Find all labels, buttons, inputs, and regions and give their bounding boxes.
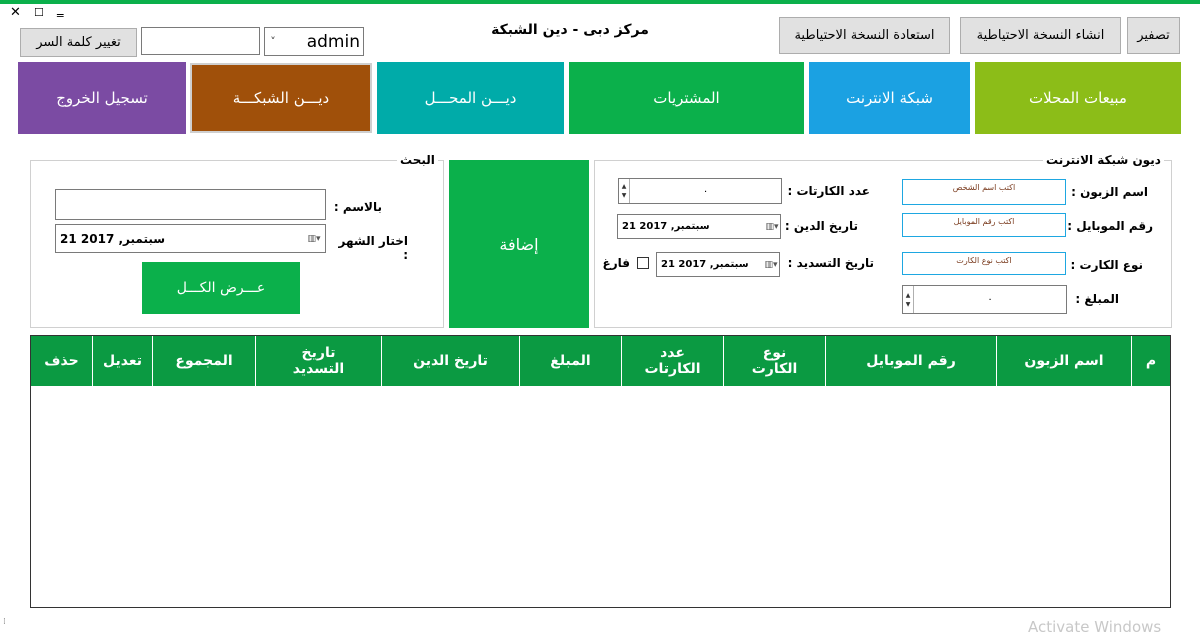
column-header-card-type[interactable]: نوع الكارت <box>723 336 825 386</box>
user-select-value: admin <box>306 31 360 52</box>
mobile-input[interactable]: اكتب رقم الموبايل <box>902 213 1066 237</box>
create-backup-button[interactable]: انشاء النسخة الاحتياطية <box>960 17 1121 54</box>
debts-table: م اسم الزبون رقم الموبايل نوع الكارت عدد… <box>30 335 1171 608</box>
minimize-icon[interactable]: ‗ <box>57 4 64 18</box>
show-all-button[interactable]: عـــرض الكـــل <box>142 262 300 314</box>
add-button[interactable]: إضافة <box>449 160 589 328</box>
debt-date-label: تاريخ الدين : <box>784 219 858 233</box>
top-accent-bar <box>0 0 1200 4</box>
password-input[interactable] <box>141 27 260 55</box>
calendar-icon[interactable]: ▥▾ <box>764 222 780 232</box>
close-icon[interactable]: ✕ <box>10 6 21 20</box>
maximize-icon[interactable]: ☐ <box>34 6 44 20</box>
clear-button[interactable]: تصفير <box>1127 17 1180 54</box>
search-name-label: بالاسم : <box>333 200 382 214</box>
column-header-edit[interactable]: تعديل <box>92 336 152 386</box>
nav-shop-debt[interactable]: ديـــن المحـــل <box>377 62 564 134</box>
card-type-input[interactable]: اكتب نوع الكارت <box>902 252 1066 275</box>
spin-down-icon[interactable]: ▼ <box>906 300 911 309</box>
customer-name-input[interactable]: اكتب اسم الشخص <box>902 179 1066 205</box>
card-type-label: نوع الكارت : <box>1070 258 1143 272</box>
column-header-delete[interactable]: حذف <box>31 336 92 386</box>
cards-count-value: ٠ <box>702 185 709 197</box>
column-header-index[interactable]: م <box>1131 336 1170 386</box>
payment-date-picker[interactable]: 21 سبتمبر, 2017 ▥▾ <box>656 252 780 277</box>
empty-checkbox[interactable] <box>637 257 649 269</box>
debt-date-value: 21 سبتمبر, 2017 <box>622 221 710 232</box>
column-header-payment-date[interactable]: تاريخ التسديد <box>255 336 381 386</box>
chevron-down-icon: ˅ <box>270 35 276 48</box>
nav-logout[interactable]: تسجيل الخروج <box>18 62 186 134</box>
column-header-mobile[interactable]: رقم الموبايل <box>825 336 996 386</box>
column-header-cards-count[interactable]: عدد الكارتات <box>621 336 723 386</box>
nav-purchases[interactable]: المشتريات <box>569 62 804 134</box>
payment-date-label: تاريخ التسديد : <box>787 256 874 270</box>
column-header-debt-date[interactable]: تاريخ الدين <box>381 336 519 386</box>
resize-grip-icon[interactable]: ⁞ <box>3 617 6 627</box>
search-legend: البحث <box>397 153 438 167</box>
column-header-customer-name[interactable]: اسم الزبون <box>996 336 1131 386</box>
calendar-icon[interactable]: ▥▾ <box>303 234 325 244</box>
month-label: اختار الشهر : <box>338 234 408 262</box>
activation-watermark: Activate Windows <box>1028 618 1162 636</box>
debts-form-legend: ديون شبكة الانترنت <box>1043 153 1164 167</box>
table-header: م اسم الزبون رقم الموبايل نوع الكارت عدد… <box>31 336 1170 386</box>
user-select[interactable]: ˅ admin <box>264 27 364 56</box>
column-header-total[interactable]: المجموع <box>152 336 255 386</box>
column-header-amount[interactable]: المبلغ <box>519 336 621 386</box>
nav-shop-sales[interactable]: مبيعات المحلات <box>975 62 1181 134</box>
page-title: مركز دبى - دين الشبكة <box>491 22 649 38</box>
spin-up-icon[interactable]: ▲ <box>906 291 911 300</box>
search-name-input[interactable] <box>55 189 326 220</box>
change-password-button[interactable]: تغيير كلمة السر <box>20 28 137 57</box>
empty-checkbox-label: فارغ <box>602 256 630 270</box>
cards-count-spin-arrows[interactable]: ▲ ▼ <box>619 179 630 203</box>
spin-up-icon[interactable]: ▲ <box>622 182 627 191</box>
mobile-label: رقم الموبايل : <box>1067 219 1153 233</box>
amount-spin-arrows[interactable]: ▲ ▼ <box>903 286 914 313</box>
month-picker[interactable]: 21 سبتمبر, 2017 ▥▾ <box>55 224 326 253</box>
nav-network-debt[interactable]: ديـــن الشبكـــة <box>190 63 372 133</box>
amount-stepper[interactable]: ▲ ▼ ٠ <box>902 285 1067 314</box>
nav-internet-network[interactable]: شبكة الانترنت <box>809 62 970 134</box>
restore-backup-button[interactable]: استعادة النسخة الاحتياطية <box>779 17 950 54</box>
cards-count-stepper[interactable]: ▲ ▼ ٠ <box>618 178 782 204</box>
spin-down-icon[interactable]: ▼ <box>622 191 627 200</box>
calendar-icon[interactable]: ▥▾ <box>763 260 779 270</box>
payment-date-value: 21 سبتمبر, 2017 <box>661 259 749 270</box>
cards-count-label: عدد الكارتات : <box>787 184 870 198</box>
debt-date-picker[interactable]: 21 سبتمبر, 2017 ▥▾ <box>617 214 781 239</box>
customer-name-label: اسم الزبون : <box>1071 185 1148 199</box>
amount-value: ٠ <box>987 294 993 305</box>
month-value: 21 سبتمبر, 2017 <box>60 231 166 246</box>
